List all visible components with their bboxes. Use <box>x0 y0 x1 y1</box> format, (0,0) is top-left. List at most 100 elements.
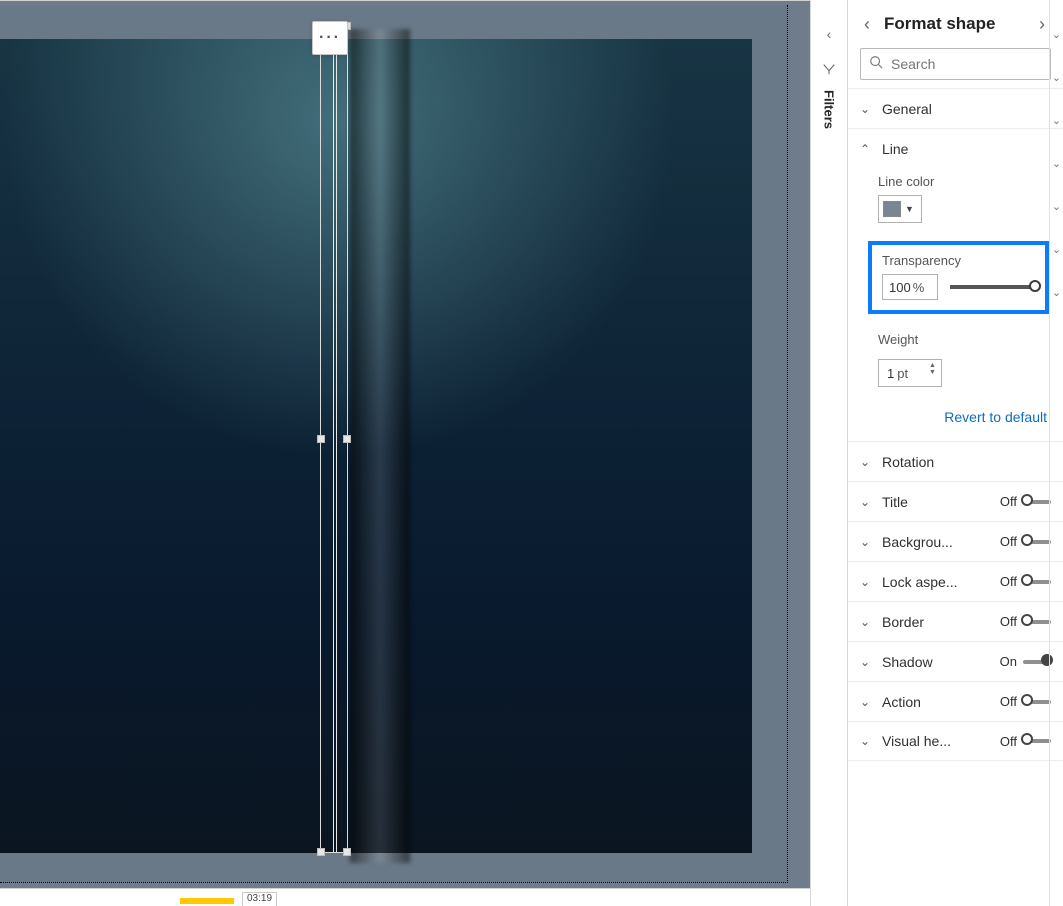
chevron-down-icon[interactable]: ⌄ <box>1052 286 1061 299</box>
toggle-state: On <box>1000 654 1017 669</box>
pt-unit: pt <box>897 366 908 381</box>
resize-handle-bottom-left[interactable] <box>317 848 325 856</box>
line-color-label: Line color <box>878 174 1049 189</box>
chevron-down-icon: ⌄ <box>860 655 874 669</box>
section-background[interactable]: ⌄ Backgrou... Off <box>848 521 1063 561</box>
transparency-slider[interactable] <box>950 285 1035 289</box>
selected-shape[interactable] <box>320 25 348 853</box>
action-toggle[interactable]: Off <box>1000 694 1051 709</box>
section-label: Backgrou... <box>882 534 1000 550</box>
shape-line-body <box>333 26 337 852</box>
chevron-down-icon[interactable]: ⌄ <box>1052 71 1061 84</box>
toggle-pill-icon <box>1023 660 1051 664</box>
more-options-button[interactable]: ··· <box>312 21 348 55</box>
chevron-down-icon[interactable]: ⌄ <box>1052 114 1061 127</box>
section-label: Border <box>882 614 1000 630</box>
lock-aspect-toggle[interactable]: Off <box>1000 574 1051 589</box>
search-input[interactable] <box>889 55 1042 73</box>
stepper-buttons[interactable]: ▲ ▼ <box>929 362 939 376</box>
chevron-down-icon: ⌄ <box>860 102 874 116</box>
chevron-down-icon: ⌄ <box>860 535 874 549</box>
resize-handle-bottom-right[interactable] <box>343 848 351 856</box>
toggle-state: Off <box>1000 614 1017 629</box>
section-label: Rotation <box>882 454 1051 470</box>
resize-handle-mid-right[interactable] <box>343 435 351 443</box>
line-panel: Line color ▼ Transparency 100 % <box>848 168 1063 441</box>
section-label: Title <box>882 494 1000 510</box>
percent-unit: % <box>913 280 925 295</box>
section-border[interactable]: ⌄ Border Off <box>848 601 1063 641</box>
section-label: Action <box>882 694 1000 710</box>
toggle-pill-icon <box>1023 500 1051 504</box>
pane-title: Format shape <box>884 14 1025 34</box>
chevron-down-icon[interactable]: ▼ <box>929 369 939 376</box>
resize-handle-mid-left[interactable] <box>317 435 325 443</box>
chevron-down-icon[interactable]: ⌄ <box>1052 28 1061 41</box>
expand-filters-icon[interactable] <box>822 62 836 76</box>
slider-knob-icon[interactable] <box>1029 280 1041 292</box>
chevron-up-icon[interactable]: ▲ <box>929 362 939 369</box>
transparency-label: Transparency <box>882 253 1035 268</box>
chevron-down-icon[interactable]: ⌄ <box>1052 200 1061 213</box>
timeline-segment-icon <box>180 898 234 904</box>
search-input-wrapper[interactable] <box>860 48 1051 80</box>
line-color-picker[interactable]: ▼ <box>878 195 922 223</box>
canvas-pane[interactable]: ··· 03:19 <box>0 0 810 906</box>
weight-label: Weight <box>878 332 918 347</box>
section-shadow[interactable]: ⌄ Shadow On <box>848 641 1063 681</box>
chevron-up-icon: ⌃ <box>860 142 874 156</box>
pane-forward-button[interactable]: › <box>1035 14 1049 35</box>
section-label: Visual he... <box>882 733 1000 749</box>
timeline-timestamp[interactable]: 03:19 <box>242 892 277 906</box>
toggle-pill-icon <box>1023 580 1051 584</box>
toggle-state: Off <box>1000 734 1017 749</box>
toggle-state: Off <box>1000 574 1017 589</box>
weight-stepper[interactable]: 1 pt ▲ ▼ <box>878 359 942 387</box>
transparency-input[interactable]: 100 % <box>882 274 938 300</box>
section-label: Lock aspe... <box>882 574 1000 590</box>
background-toggle[interactable]: Off <box>1000 534 1051 549</box>
section-rotation[interactable]: ⌄ Rotation <box>848 441 1063 481</box>
toggle-state: Off <box>1000 494 1017 509</box>
chevron-down-icon[interactable]: ⌄ <box>1052 243 1061 256</box>
toggle-state: Off <box>1000 694 1017 709</box>
section-general[interactable]: ⌄ General <box>848 88 1063 128</box>
revert-to-default-link[interactable]: Revert to default <box>878 409 1049 425</box>
chevron-down-icon: ⌄ <box>860 575 874 589</box>
toggle-state: Off <box>1000 534 1017 549</box>
section-label: General <box>882 101 1051 117</box>
chevron-left-icon[interactable]: ‹ <box>821 26 837 42</box>
section-line[interactable]: ⌃ Line <box>848 128 1063 168</box>
section-action[interactable]: ⌄ Action Off <box>848 681 1063 721</box>
pane-back-button[interactable]: ‹ <box>860 14 874 35</box>
shadow-toggle[interactable]: On <box>1000 654 1051 669</box>
filters-pane-collapsed[interactable]: ‹ Filters <box>810 0 848 906</box>
toggle-pill-icon <box>1023 739 1051 743</box>
border-toggle[interactable]: Off <box>1000 614 1051 629</box>
section-lock-aspect[interactable]: ⌄ Lock aspe... Off <box>848 561 1063 601</box>
section-visual-header[interactable]: ⌄ Visual he... Off <box>848 721 1063 761</box>
toggle-pill-icon <box>1023 700 1051 704</box>
title-toggle[interactable]: Off <box>1000 494 1051 509</box>
transparency-group-highlighted: Transparency 100 % <box>868 241 1049 314</box>
section-label: Shadow <box>882 654 1000 670</box>
weight-value: 1 <box>887 366 894 381</box>
visual-header-toggle[interactable]: Off <box>1000 734 1051 749</box>
timeline-strip: 03:19 <box>0 888 810 906</box>
filters-tab-label: Filters <box>822 90 837 129</box>
toggle-pill-icon <box>1023 620 1051 624</box>
right-gutter-pane: ⌄ ⌄ ⌄ ⌄ ⌄ ⌄ ⌄ <box>1049 0 1063 906</box>
chevron-down-icon: ⌄ <box>860 615 874 629</box>
section-label: Line <box>882 141 1051 157</box>
search-icon <box>869 55 883 74</box>
background-image-visual[interactable] <box>0 39 752 853</box>
section-title[interactable]: ⌄ Title Off <box>848 481 1063 521</box>
format-shape-pane: ‹ Format shape › ⌄ General ⌃ Line <box>848 0 1063 906</box>
chevron-down-icon[interactable]: ⌄ <box>1052 157 1061 170</box>
chevron-down-icon: ⌄ <box>860 455 874 469</box>
chevron-down-icon: ⌄ <box>860 734 874 748</box>
color-swatch-icon <box>883 201 901 217</box>
chevron-down-icon: ⌄ <box>860 695 874 709</box>
canvas-boundary: ··· <box>0 5 788 883</box>
toggle-pill-icon <box>1023 540 1051 544</box>
